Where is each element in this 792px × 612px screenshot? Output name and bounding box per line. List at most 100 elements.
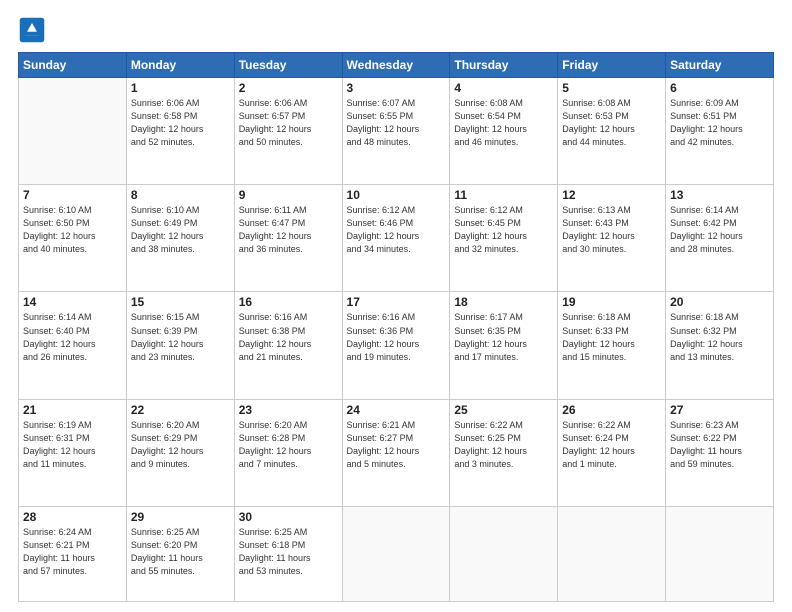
calendar-cell: 6 Sunrise: 6:09 AMSunset: 6:51 PMDayligh… [666, 78, 774, 185]
calendar-cell: 18 Sunrise: 6:17 AMSunset: 6:35 PMDaylig… [450, 292, 558, 399]
calendar-cell: 21 Sunrise: 6:19 AMSunset: 6:31 PMDaylig… [19, 399, 127, 506]
calendar-cell: 25 Sunrise: 6:22 AMSunset: 6:25 PMDaylig… [450, 399, 558, 506]
day-number: 15 [131, 295, 230, 309]
day-info: Sunrise: 6:17 AMSunset: 6:35 PMDaylight:… [454, 311, 553, 363]
calendar-cell: 8 Sunrise: 6:10 AMSunset: 6:49 PMDayligh… [126, 185, 234, 292]
day-number: 23 [239, 403, 338, 417]
day-info: Sunrise: 6:16 AMSunset: 6:36 PMDaylight:… [347, 311, 446, 363]
day-info: Sunrise: 6:10 AMSunset: 6:50 PMDaylight:… [23, 204, 122, 256]
day-number: 21 [23, 403, 122, 417]
day-number: 10 [347, 188, 446, 202]
day-number: 19 [562, 295, 661, 309]
day-number: 20 [670, 295, 769, 309]
day-info: Sunrise: 6:19 AMSunset: 6:31 PMDaylight:… [23, 419, 122, 471]
logo-icon [18, 16, 46, 44]
calendar-cell: 12 Sunrise: 6:13 AMSunset: 6:43 PMDaylig… [558, 185, 666, 292]
calendar-cell [342, 506, 450, 601]
day-number: 8 [131, 188, 230, 202]
day-info: Sunrise: 6:23 AMSunset: 6:22 PMDaylight:… [670, 419, 769, 471]
day-number: 2 [239, 81, 338, 95]
day-header-friday: Friday [558, 53, 666, 78]
calendar-table: SundayMondayTuesdayWednesdayThursdayFrid… [18, 52, 774, 602]
day-number: 18 [454, 295, 553, 309]
day-number: 17 [347, 295, 446, 309]
day-info: Sunrise: 6:12 AMSunset: 6:46 PMDaylight:… [347, 204, 446, 256]
day-info: Sunrise: 6:14 AMSunset: 6:42 PMDaylight:… [670, 204, 769, 256]
day-info: Sunrise: 6:16 AMSunset: 6:38 PMDaylight:… [239, 311, 338, 363]
day-header-tuesday: Tuesday [234, 53, 342, 78]
day-info: Sunrise: 6:12 AMSunset: 6:45 PMDaylight:… [454, 204, 553, 256]
day-info: Sunrise: 6:14 AMSunset: 6:40 PMDaylight:… [23, 311, 122, 363]
calendar-week-row: 14 Sunrise: 6:14 AMSunset: 6:40 PMDaylig… [19, 292, 774, 399]
calendar-cell: 16 Sunrise: 6:16 AMSunset: 6:38 PMDaylig… [234, 292, 342, 399]
calendar-cell [558, 506, 666, 601]
day-header-thursday: Thursday [450, 53, 558, 78]
day-number: 5 [562, 81, 661, 95]
calendar-cell: 5 Sunrise: 6:08 AMSunset: 6:53 PMDayligh… [558, 78, 666, 185]
calendar-week-row: 1 Sunrise: 6:06 AMSunset: 6:58 PMDayligh… [19, 78, 774, 185]
calendar-cell: 3 Sunrise: 6:07 AMSunset: 6:55 PMDayligh… [342, 78, 450, 185]
header [18, 16, 774, 44]
day-info: Sunrise: 6:25 AMSunset: 6:18 PMDaylight:… [239, 526, 338, 578]
day-info: Sunrise: 6:18 AMSunset: 6:32 PMDaylight:… [670, 311, 769, 363]
day-number: 25 [454, 403, 553, 417]
day-info: Sunrise: 6:24 AMSunset: 6:21 PMDaylight:… [23, 526, 122, 578]
day-info: Sunrise: 6:08 AMSunset: 6:53 PMDaylight:… [562, 97, 661, 149]
day-info: Sunrise: 6:20 AMSunset: 6:28 PMDaylight:… [239, 419, 338, 471]
calendar-cell: 4 Sunrise: 6:08 AMSunset: 6:54 PMDayligh… [450, 78, 558, 185]
day-number: 29 [131, 510, 230, 524]
day-info: Sunrise: 6:18 AMSunset: 6:33 PMDaylight:… [562, 311, 661, 363]
day-number: 16 [239, 295, 338, 309]
day-number: 26 [562, 403, 661, 417]
day-number: 4 [454, 81, 553, 95]
day-info: Sunrise: 6:20 AMSunset: 6:29 PMDaylight:… [131, 419, 230, 471]
day-number: 28 [23, 510, 122, 524]
day-number: 13 [670, 188, 769, 202]
calendar-cell: 7 Sunrise: 6:10 AMSunset: 6:50 PMDayligh… [19, 185, 127, 292]
day-header-monday: Monday [126, 53, 234, 78]
day-number: 22 [131, 403, 230, 417]
calendar-cell: 26 Sunrise: 6:22 AMSunset: 6:24 PMDaylig… [558, 399, 666, 506]
day-number: 12 [562, 188, 661, 202]
calendar-cell: 17 Sunrise: 6:16 AMSunset: 6:36 PMDaylig… [342, 292, 450, 399]
calendar-cell: 10 Sunrise: 6:12 AMSunset: 6:46 PMDaylig… [342, 185, 450, 292]
day-number: 11 [454, 188, 553, 202]
day-header-saturday: Saturday [666, 53, 774, 78]
calendar-cell: 20 Sunrise: 6:18 AMSunset: 6:32 PMDaylig… [666, 292, 774, 399]
calendar-cell [19, 78, 127, 185]
calendar-cell: 14 Sunrise: 6:14 AMSunset: 6:40 PMDaylig… [19, 292, 127, 399]
page: SundayMondayTuesdayWednesdayThursdayFrid… [0, 0, 792, 612]
day-info: Sunrise: 6:15 AMSunset: 6:39 PMDaylight:… [131, 311, 230, 363]
calendar-cell: 11 Sunrise: 6:12 AMSunset: 6:45 PMDaylig… [450, 185, 558, 292]
calendar-cell: 27 Sunrise: 6:23 AMSunset: 6:22 PMDaylig… [666, 399, 774, 506]
calendar-cell: 2 Sunrise: 6:06 AMSunset: 6:57 PMDayligh… [234, 78, 342, 185]
calendar-cell [666, 506, 774, 601]
day-info: Sunrise: 6:06 AMSunset: 6:58 PMDaylight:… [131, 97, 230, 149]
calendar-cell [450, 506, 558, 601]
calendar-header-row: SundayMondayTuesdayWednesdayThursdayFrid… [19, 53, 774, 78]
day-info: Sunrise: 6:09 AMSunset: 6:51 PMDaylight:… [670, 97, 769, 149]
calendar-cell: 23 Sunrise: 6:20 AMSunset: 6:28 PMDaylig… [234, 399, 342, 506]
day-info: Sunrise: 6:13 AMSunset: 6:43 PMDaylight:… [562, 204, 661, 256]
day-info: Sunrise: 6:22 AMSunset: 6:25 PMDaylight:… [454, 419, 553, 471]
calendar-cell: 22 Sunrise: 6:20 AMSunset: 6:29 PMDaylig… [126, 399, 234, 506]
day-number: 27 [670, 403, 769, 417]
day-info: Sunrise: 6:06 AMSunset: 6:57 PMDaylight:… [239, 97, 338, 149]
day-number: 14 [23, 295, 122, 309]
day-number: 3 [347, 81, 446, 95]
day-number: 6 [670, 81, 769, 95]
calendar-week-row: 7 Sunrise: 6:10 AMSunset: 6:50 PMDayligh… [19, 185, 774, 292]
day-number: 24 [347, 403, 446, 417]
day-info: Sunrise: 6:10 AMSunset: 6:49 PMDaylight:… [131, 204, 230, 256]
calendar-cell: 13 Sunrise: 6:14 AMSunset: 6:42 PMDaylig… [666, 185, 774, 292]
day-info: Sunrise: 6:22 AMSunset: 6:24 PMDaylight:… [562, 419, 661, 471]
day-header-sunday: Sunday [19, 53, 127, 78]
calendar-cell: 24 Sunrise: 6:21 AMSunset: 6:27 PMDaylig… [342, 399, 450, 506]
calendar-cell: 9 Sunrise: 6:11 AMSunset: 6:47 PMDayligh… [234, 185, 342, 292]
calendar-week-row: 21 Sunrise: 6:19 AMSunset: 6:31 PMDaylig… [19, 399, 774, 506]
calendar-cell: 30 Sunrise: 6:25 AMSunset: 6:18 PMDaylig… [234, 506, 342, 601]
day-info: Sunrise: 6:25 AMSunset: 6:20 PMDaylight:… [131, 526, 230, 578]
day-info: Sunrise: 6:21 AMSunset: 6:27 PMDaylight:… [347, 419, 446, 471]
day-number: 9 [239, 188, 338, 202]
day-number: 30 [239, 510, 338, 524]
